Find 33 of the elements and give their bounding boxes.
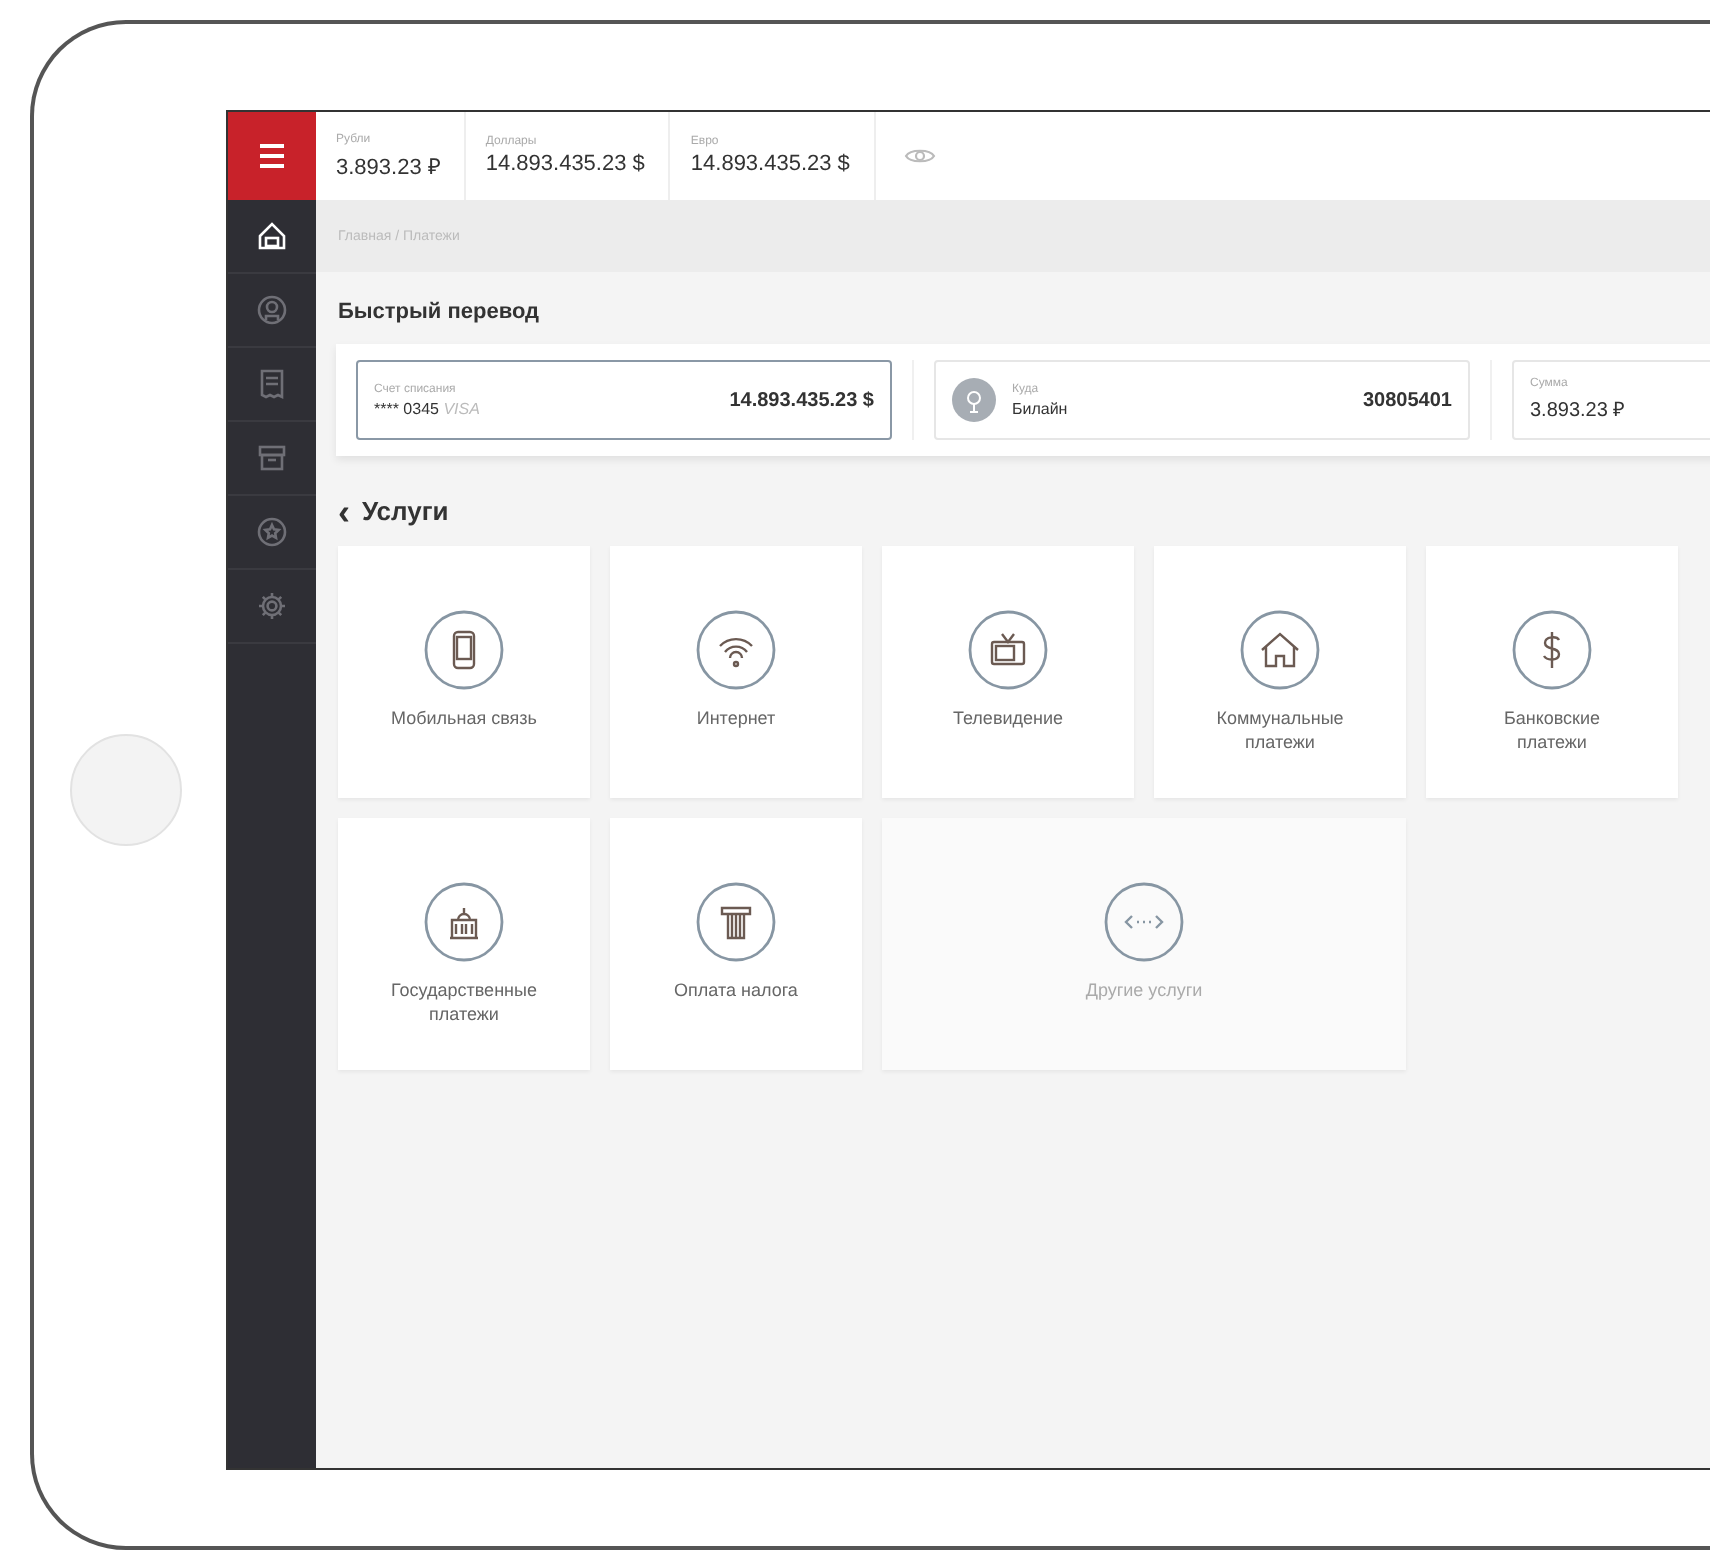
balance-amount: 3.893.23 ₽ bbox=[336, 153, 440, 179]
dollar-icon bbox=[1512, 610, 1592, 690]
service-tile[interactable]: Интернет bbox=[610, 546, 862, 798]
menu-button[interactable] bbox=[228, 112, 316, 200]
service-label: Оплата налога bbox=[672, 978, 800, 1002]
government-icon bbox=[424, 882, 504, 962]
service-label: Другие услуги bbox=[1083, 978, 1205, 1002]
back-chevron-icon[interactable]: ‹ bbox=[338, 499, 350, 523]
service-tile[interactable]: Государственные платежи bbox=[338, 818, 590, 1070]
service-label: Интернет bbox=[694, 706, 778, 730]
service-label: Банковские платежи bbox=[1501, 706, 1603, 754]
column-icon bbox=[696, 882, 776, 962]
house-icon bbox=[1240, 610, 1320, 690]
phone-icon bbox=[424, 610, 504, 690]
service-tile[interactable]: Коммунальные платежи bbox=[1154, 546, 1406, 798]
service-label: Коммунальные платежи bbox=[1214, 706, 1346, 754]
eye-icon[interactable] bbox=[903, 146, 936, 166]
service-tile[interactable]: Банковские платежи bbox=[1426, 546, 1678, 798]
balance-amount: 14.893.435.23 $ bbox=[690, 152, 850, 176]
service-tile[interactable]: Телевидение bbox=[882, 546, 1134, 798]
service-label: Телевидение bbox=[950, 706, 1066, 730]
balance-amount: 14.893.435.23 $ bbox=[485, 152, 645, 176]
section-title: Услуги bbox=[362, 496, 449, 526]
section-title: Быстрый перевод bbox=[336, 298, 542, 328]
operator-logo-icon bbox=[952, 378, 996, 422]
service-tile[interactable]: Мобильная связь bbox=[338, 546, 590, 798]
wifi-icon bbox=[696, 610, 776, 690]
service-tile[interactable]: Оплата налога bbox=[610, 818, 862, 1070]
service-label: Государственные платежи bbox=[389, 978, 539, 1026]
service-label: Мобильная связь bbox=[389, 706, 539, 730]
menu-icon bbox=[258, 144, 286, 168]
tv-icon bbox=[968, 610, 1048, 690]
code-icon bbox=[1104, 882, 1184, 962]
